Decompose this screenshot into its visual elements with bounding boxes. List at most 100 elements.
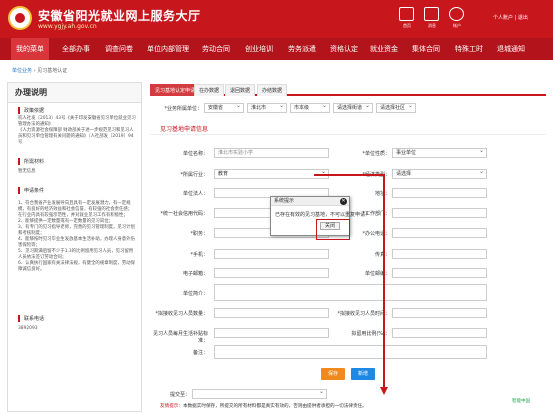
remark-textarea[interactable] — [214, 345, 487, 359]
arrow-head — [380, 387, 388, 395]
work-dept-input[interactable] — [392, 208, 487, 218]
address-input[interactable] — [392, 188, 487, 198]
highlight-box — [316, 219, 350, 240]
unit-type-select[interactable]: 事业单位 — [392, 147, 487, 158]
section-divider — [150, 134, 546, 135]
contact-phone-text: 3892093 — [18, 326, 38, 331]
user-icon[interactable] — [449, 7, 464, 21]
tab-in-progress[interactable]: 在办数据 — [194, 84, 225, 96]
business-unit-label: *业务所属单位： — [164, 106, 202, 112]
watermark: 智能中国 — [512, 399, 530, 404]
user-icon-label: 帐户 — [453, 23, 461, 28]
close-icon[interactable]: ✕ — [340, 198, 347, 205]
submit-to-select[interactable] — [192, 388, 327, 399]
tab-apply[interactable]: 见习基地认定申请 — [150, 84, 201, 96]
dialog-title: 系统提示 — [271, 197, 349, 206]
mail-icon[interactable] — [424, 7, 439, 21]
breadcrumb: 单位业务 › 见习基地认证 — [12, 67, 67, 74]
postcode-label: 单位邮编： — [364, 271, 390, 277]
nav-item-special-hours[interactable]: 特殊工时 — [455, 44, 483, 54]
industry-label: *所属行业： — [180, 172, 208, 178]
intern-subsidy-input[interactable] — [214, 328, 329, 338]
friendly-tip: 友情提示：本数据实时保存，所提交的所有材料都是真实有效的，否则由提供者承担的一切… — [160, 403, 367, 409]
unit-name-label: 单位名称： — [182, 151, 208, 157]
org-code-label: *统一社会信用代码： — [160, 211, 208, 217]
plan-count-label: *拟接收见习人员数量： — [155, 311, 208, 317]
remark-label: 备注： — [192, 350, 208, 356]
position-label: *职务： — [190, 231, 208, 237]
top-icons: 首页 消息 帐户 — [396, 7, 486, 31]
intern-subsidy-label: 见习人员每月生活补贴标准： — [152, 331, 208, 344]
office-phone-input[interactable] — [392, 228, 487, 238]
region-community-select[interactable]: 请选择社区 — [376, 102, 416, 113]
add-button[interactable]: 新增 — [351, 368, 376, 380]
unit-name-input[interactable]: 淮北市实验小学 — [214, 148, 329, 158]
econ-type-select[interactable]: 请选择 — [392, 168, 487, 179]
nav-item-qualification[interactable]: 资格认定 — [330, 44, 358, 54]
section-required-materials: 所需材料 — [18, 158, 44, 165]
fax-input[interactable] — [392, 249, 487, 259]
arrow-line-horizontal — [314, 174, 384, 176]
region-city-select[interactable]: 淮北市 — [247, 102, 287, 113]
nav-item-internal-management[interactable]: 单位内部管理 — [147, 44, 189, 54]
home-icon-label: 首页 — [403, 23, 411, 28]
nav-item-my-menu[interactable]: 我的菜单 — [11, 38, 49, 60]
section-conditions: 申请条件 — [18, 187, 44, 194]
tab-completed[interactable]: 办结数据 — [257, 84, 288, 96]
section-contact-phone: 联系电话 — [18, 315, 44, 322]
legal-person-label: 单位法人： — [182, 191, 208, 197]
instructions-panel: 办理说明 政策依据 皖人社发〔2013〕43号《关于印发安徽省见习单位就业见习管… — [7, 82, 142, 412]
retain-rate-input[interactable] — [392, 328, 487, 338]
arrow-line-vertical — [383, 174, 385, 388]
tip-prefix: 友情提示： — [160, 404, 183, 409]
site-header: 安徽省阳光就业网上服务大厅 www.ygjy.ah.gov.cn 首页 消息 帐… — [0, 0, 553, 38]
plan-count-input[interactable] — [214, 308, 329, 318]
email-label: 电子邮箱： — [182, 271, 208, 277]
dialog-message: 已存在有效的见习基地，不可以重复申请！ — [275, 212, 371, 218]
mobile-label: *手机： — [190, 252, 208, 258]
tip-text: 本数据实时保存，所提交的所有材料都是真实有效的，否则由提供者承担的一切法律责任。 — [182, 404, 367, 409]
region-street-select[interactable]: 请选择街道 — [333, 102, 373, 113]
nav-item-employment-fund[interactable]: 就业资金 — [370, 44, 398, 54]
main-nav: 我的菜单 全部办事 调查问卷 单位内部管理 劳动合同 创业培训 劳务派遣 资格认… — [0, 38, 553, 60]
region-district-select[interactable]: 市本级 — [290, 102, 330, 113]
retain-rate-label: 拟留用比例(%)： — [351, 331, 390, 337]
section-policy-basis: 政策依据 — [18, 107, 44, 114]
tab-returned[interactable]: 退回数据 — [225, 84, 256, 96]
nav-item-survey[interactable]: 调查问卷 — [105, 44, 133, 54]
unit-intro-textarea[interactable] — [214, 284, 487, 301]
mail-icon-label: 消息 — [428, 23, 436, 28]
nav-item-all-business[interactable]: 全部办事 — [62, 44, 90, 54]
submit-to-label: 提交至： — [169, 392, 190, 398]
nav-item-exit-notice[interactable]: 退城通知 — [497, 44, 525, 54]
user-link[interactable]: 个人账户 | 退出 — [493, 14, 528, 21]
tab-bar: 见习基地认定申请 在办数据 退回数据 办结数据 — [150, 82, 546, 96]
unit-type-label: *单位性质： — [362, 151, 390, 157]
nav-item-startup-training[interactable]: 创业培训 — [245, 44, 273, 54]
instructions-title: 办理说明 — [8, 83, 141, 103]
main-panel: 见习基地认定申请 在办数据 退回数据 办结数据 *业务所属单位： 安徽省 淮北市… — [150, 82, 546, 412]
conditions-text: 1、符合我省产业发展导向且具有一定发展潜力，有一定规模，有良好的经济效益和社会信… — [18, 201, 135, 272]
postcode-input[interactable] — [392, 268, 487, 278]
nav-item-labor-dispatch[interactable]: 劳务派遣 — [288, 44, 316, 54]
required-materials-text: 暂无信息 — [18, 169, 36, 174]
home-icon[interactable] — [399, 7, 414, 21]
region-province-select[interactable]: 安徽省 — [204, 102, 244, 113]
form-section-title: 见习基地申请信息 — [160, 126, 209, 133]
save-button[interactable]: 保存 — [321, 368, 346, 380]
site-logo — [8, 6, 32, 30]
breadcrumb-current: 见习基地认证 — [37, 68, 68, 74]
plan-time-input[interactable] — [392, 308, 487, 318]
site-title: 安徽省阳光就业网上服务大厅 — [38, 9, 201, 23]
unit-intro-label: 单位简介： — [182, 291, 208, 297]
plan-time-label: *拟接收见习人员时间： — [337, 311, 390, 317]
breadcrumb-separator: › — [33, 68, 36, 74]
site-url: www.ygjy.ah.gov.cn — [38, 23, 97, 30]
nav-item-collective-contract[interactable]: 集体合同 — [412, 44, 440, 54]
nav-item-labor-contract[interactable]: 劳动合同 — [202, 44, 230, 54]
policy-basis-text: 皖人社发〔2013〕43号《关于印发安徽省见习单位就业见习管理办法的通知》 《人… — [18, 116, 136, 145]
breadcrumb-home[interactable]: 单位业务 — [12, 68, 32, 74]
mobile-input[interactable] — [214, 249, 329, 259]
email-input[interactable] — [214, 268, 329, 278]
industry-select[interactable]: 教育 — [214, 168, 329, 179]
